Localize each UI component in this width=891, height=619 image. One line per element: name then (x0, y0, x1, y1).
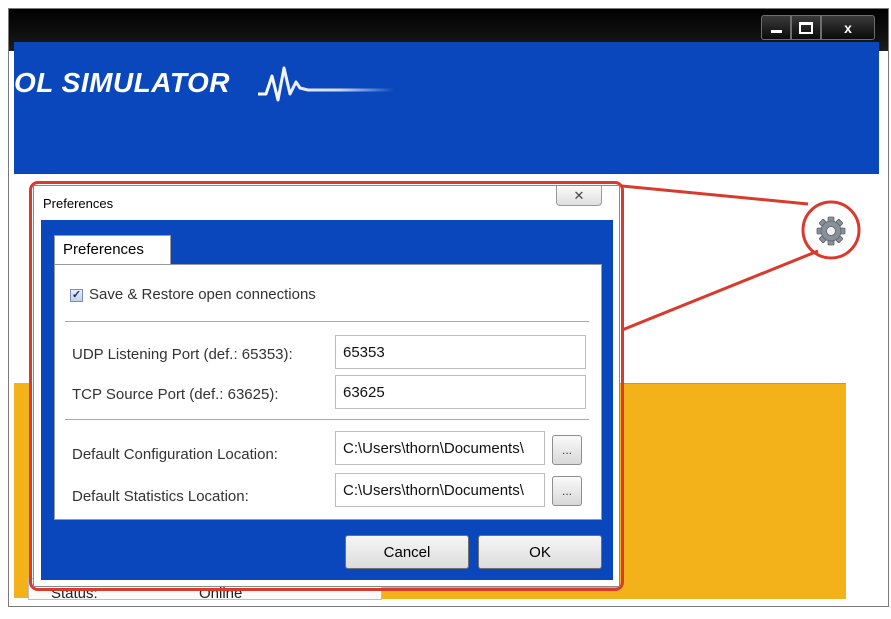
app-banner: OL SIMULATOR (14, 42, 879, 174)
stats-location-label: Default Statistics Location: (72, 488, 249, 505)
maximize-icon (799, 21, 813, 34)
save-restore-label: Save & Restore open connections (89, 286, 316, 303)
udp-port-input[interactable]: 65353 (335, 335, 586, 369)
minimize-icon (770, 30, 782, 33)
gear-icon[interactable] (814, 214, 848, 248)
minimize-button[interactable] (761, 15, 791, 40)
dialog-body: Preferences ✓ Save & Restore open connec… (41, 220, 613, 580)
maximize-button[interactable] (791, 15, 821, 40)
preferences-dialog: Preferences ✕ Preferences ✓ Save & Resto… (33, 185, 620, 587)
banner-title: OL SIMULATOR (14, 67, 230, 98)
left-panel-accent (14, 383, 30, 598)
divider (65, 321, 589, 322)
tcp-port-label: TCP Source Port (def.: 63625): (72, 386, 279, 403)
udp-port-label: UDP Listening Port (def.: 65353): (72, 346, 293, 363)
close-icon: x (844, 19, 852, 36)
window-close-button[interactable]: x (821, 15, 875, 40)
dialog-title: Preferences (43, 196, 114, 211)
ok-button[interactable]: OK (478, 535, 602, 569)
heartbeat-wave-logo (258, 66, 394, 102)
config-location-input[interactable]: C:\Users\thorn\Documents\ (335, 431, 545, 465)
dialog-close-button[interactable]: ✕ (556, 186, 602, 206)
close-icon: ✕ (573, 187, 585, 203)
cancel-button[interactable]: Cancel (345, 535, 469, 569)
config-browse-button[interactable]: ... (552, 435, 582, 465)
tab-label: Preferences (63, 241, 144, 258)
stats-browse-button[interactable]: ... (552, 476, 582, 506)
config-location-label: Default Configuration Location: (72, 446, 278, 463)
stats-location-input[interactable]: C:\Users\thorn\Documents\ (335, 473, 545, 507)
tcp-port-input[interactable]: 63625 (335, 375, 586, 409)
tab-preferences[interactable]: Preferences (54, 235, 171, 265)
save-restore-checkbox[interactable]: ✓ (70, 289, 83, 302)
divider (65, 419, 589, 420)
preferences-tab-page: ✓ Save & Restore open connections UDP Li… (54, 264, 602, 520)
check-icon: ✓ (71, 289, 82, 301)
